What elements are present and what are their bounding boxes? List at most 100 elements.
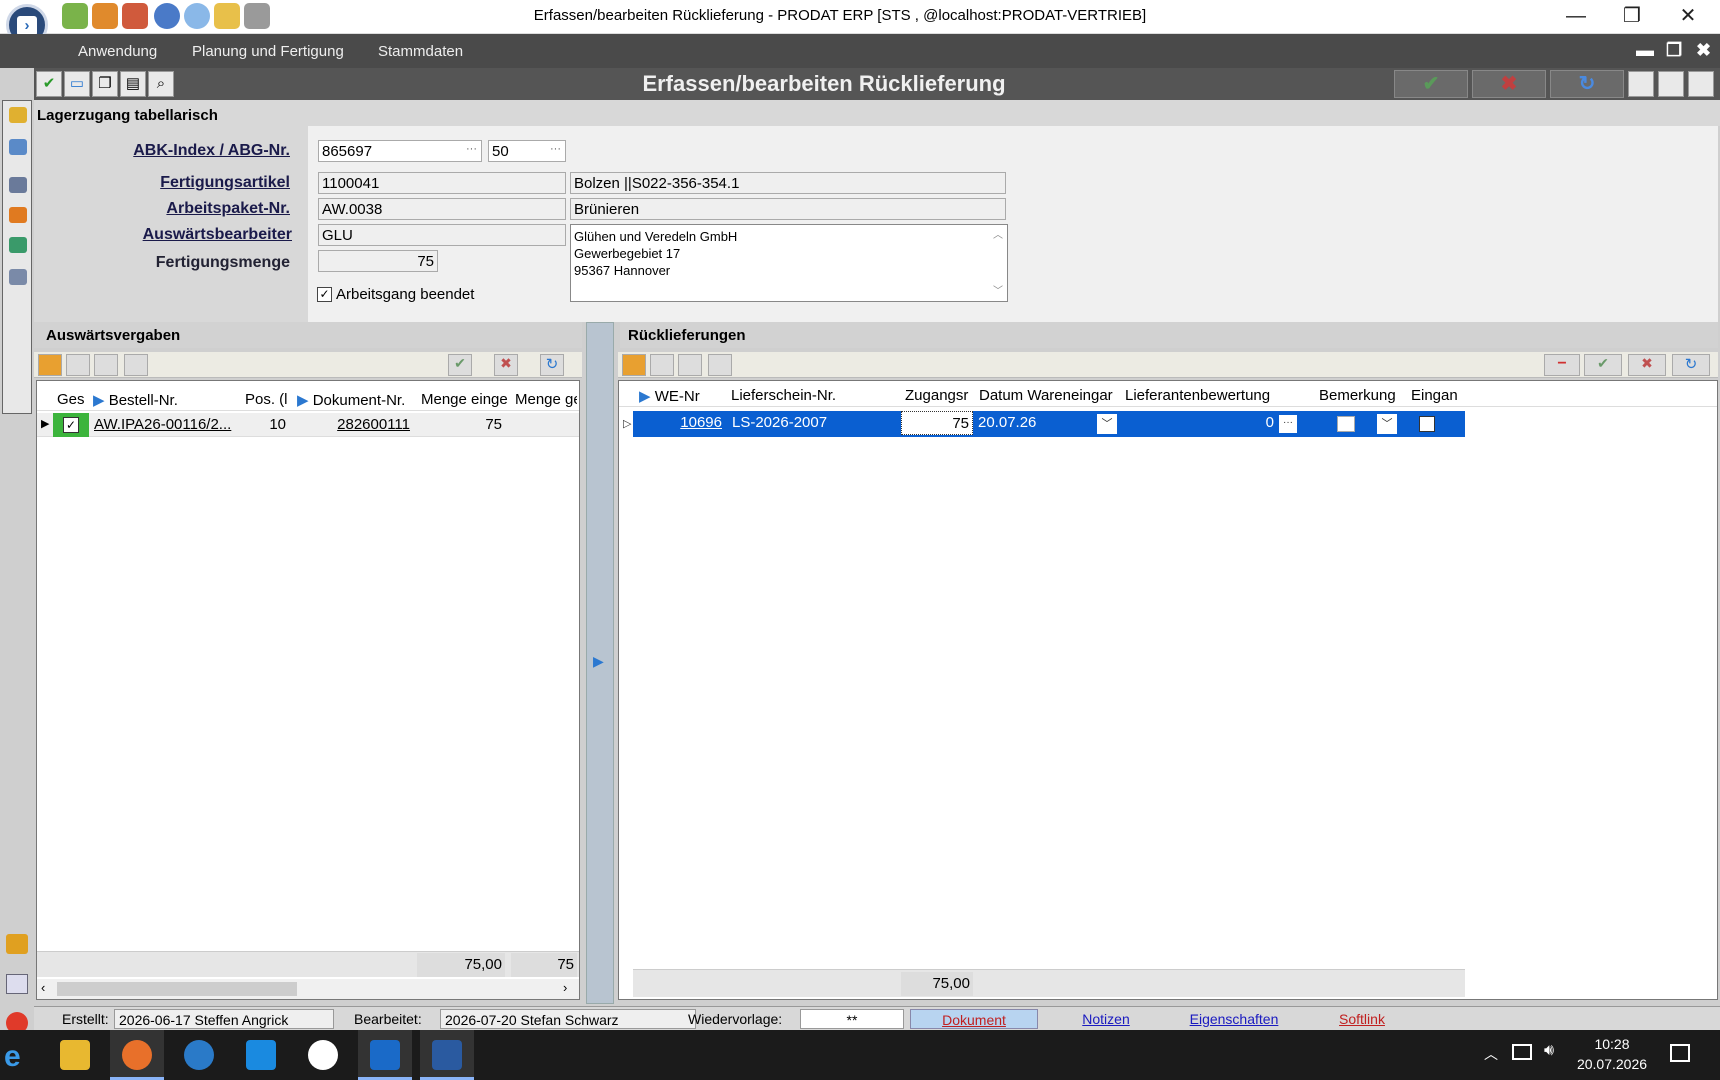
left-horizontal-scrollbar[interactable]: ‹ › xyxy=(37,979,579,999)
send-icon[interactable] xyxy=(9,177,27,193)
taskbar-outlook[interactable] xyxy=(358,1030,412,1080)
add-folder-icon[interactable] xyxy=(6,934,28,954)
col-dokument-nr[interactable]: ▶ Dokument-Nr. xyxy=(297,391,415,409)
cell-zugangsmenge[interactable]: 75 xyxy=(901,411,973,435)
taskbar-app4[interactable] xyxy=(172,1030,226,1080)
left-ok-icon[interactable]: ✔ xyxy=(448,354,472,376)
clock-date[interactable]: 20.07.2026 xyxy=(1572,1056,1652,1072)
close-button[interactable]: ✕ xyxy=(1660,0,1716,32)
tab-notizen[interactable]: Notizen xyxy=(1044,1009,1168,1029)
right-refresh-icon[interactable]: ↻ xyxy=(1672,354,1710,376)
tab-softlink[interactable]: Softlink xyxy=(1300,1009,1424,1029)
clock-time[interactable]: 10:28 xyxy=(1580,1036,1644,1052)
fertigungsartikel-label[interactable]: Fertigungsartikel xyxy=(30,174,290,192)
delete-row-icon[interactable]: − xyxy=(1544,354,1580,376)
tab-eigenschaften[interactable]: Eigenschaften xyxy=(1172,1009,1296,1029)
abg-lookup-icon[interactable]: ··· xyxy=(550,143,561,155)
menu-stammdaten[interactable]: Stammdaten xyxy=(378,43,463,60)
globe-icon[interactable] xyxy=(9,237,27,253)
help-icon[interactable] xyxy=(1628,71,1654,97)
taskbar-prodat[interactable] xyxy=(420,1030,474,1080)
handshake-icon[interactable] xyxy=(92,3,118,29)
col-we-nr[interactable]: ▶ WE-Nr xyxy=(639,387,723,405)
notification-icon[interactable] xyxy=(1670,1044,1690,1062)
arbeitspaket-label[interactable]: Arbeitspaket-Nr. xyxy=(30,200,290,218)
col-eingang[interactable]: Eingan xyxy=(1411,387,1467,404)
folder-icon[interactable] xyxy=(9,107,27,123)
col-datum-wareneingang[interactable]: Datum Wareneingar xyxy=(979,387,1119,404)
pencil-icon[interactable] xyxy=(9,207,27,223)
mdi-close-button[interactable]: ✖ xyxy=(1696,40,1711,61)
right-cancel-icon[interactable]: ✖ xyxy=(1628,354,1666,376)
cancel-button[interactable]: ✖ xyxy=(1472,70,1546,98)
find-icon[interactable] xyxy=(124,354,148,376)
col-bestell-nr[interactable]: ▶ Bestell-Nr. xyxy=(93,391,219,409)
tools-icon[interactable] xyxy=(244,3,270,29)
left-cancel-icon[interactable]: ✖ xyxy=(494,354,518,376)
table-row[interactable]: ▶ ✓ AW.IPA26-00116/2... 10 282600111 75 xyxy=(37,413,579,437)
cell-lieferantenbewertung[interactable]: 0 xyxy=(1121,411,1277,435)
mr-icon[interactable] xyxy=(154,3,180,29)
find-icon[interactable] xyxy=(708,354,732,376)
bewertung-lookup-icon[interactable]: ··· xyxy=(1279,415,1297,433)
cell-we-nr[interactable]: 10696 xyxy=(637,411,725,435)
binoculars-icon[interactable] xyxy=(94,354,118,376)
grid-icon[interactable] xyxy=(38,354,62,376)
bemerkung-note-icon[interactable] xyxy=(1337,416,1355,432)
address-scroll-up-icon[interactable]: ︿ xyxy=(993,227,1003,244)
eingang-checkbox[interactable] xyxy=(1419,416,1435,432)
auswaertsbearbeiter-label[interactable]: Auswärtsbearbeiter xyxy=(32,226,292,244)
cell-datum-wareneingang[interactable]: 20.07.26 xyxy=(975,411,1117,435)
col-bemerkung[interactable]: Bemerkung xyxy=(1319,387,1403,404)
taskbar-teamviewer[interactable] xyxy=(296,1030,350,1080)
filter-icon[interactable] xyxy=(650,354,674,376)
abk-lookup-icon[interactable]: ··· xyxy=(466,143,477,155)
clock-icon[interactable] xyxy=(184,3,210,29)
restore-button[interactable]: ❐ xyxy=(1604,0,1660,32)
bemerkung-dropdown-icon[interactable]: ﹀ xyxy=(1377,414,1397,434)
copy-icon[interactable]: ❐ xyxy=(92,71,118,97)
right-ok-icon[interactable]: ✔ xyxy=(1584,354,1622,376)
refresh-button[interactable]: ↻ xyxy=(1550,70,1624,98)
splitter-arrow-icon[interactable]: ▶ xyxy=(593,653,604,670)
abk-index-input[interactable]: 865697 ··· xyxy=(318,140,482,162)
taskbar-explorer[interactable] xyxy=(48,1030,102,1080)
save-icon[interactable]: ✔ xyxy=(36,71,62,97)
left-refresh-icon[interactable]: ↻ xyxy=(540,354,564,376)
cell-bestell-nr[interactable]: AW.IPA26-00116/2... xyxy=(91,413,233,437)
volume-icon[interactable]: 🔊︎ xyxy=(1544,1042,1554,1060)
bricks-icon[interactable] xyxy=(122,3,148,29)
col-lieferschein-nr[interactable]: Lieferschein-Nr. xyxy=(731,387,881,404)
table-row[interactable]: 10696 LS-2026-2007 75 20.07.26 ﹀ 0 ··· ﹀ xyxy=(633,411,1465,437)
col-zugangsmenge[interactable]: Zugangsr xyxy=(905,387,971,404)
confirm-button[interactable]: ✔ xyxy=(1394,70,1468,98)
arbeitsgang-beendet-label[interactable]: Arbeitsgang beendet xyxy=(336,286,474,303)
cell-lieferschein-nr[interactable]: LS-2026-2007 xyxy=(729,411,899,435)
grid-icon[interactable] xyxy=(622,354,646,376)
list-icon[interactable] xyxy=(6,974,28,994)
minimize-button[interactable]: — xyxy=(1548,0,1604,32)
clipboard-icon[interactable]: ▤ xyxy=(120,71,146,97)
col-menge-eingegangen[interactable]: Menge einge xyxy=(421,391,507,408)
mdi-minimize-button[interactable]: ▬ xyxy=(1636,40,1654,61)
cell-dokument-nr[interactable]: 282600111 xyxy=(289,413,413,437)
book-icon[interactable] xyxy=(214,3,240,29)
col-menge-gesamt[interactable]: Menge ge xyxy=(515,391,577,408)
menu-planung[interactable]: Planung und Fertigung xyxy=(192,43,344,60)
search-icon[interactable]: ⌕ xyxy=(148,71,174,97)
datum-dropdown-icon[interactable]: ﹀ xyxy=(1097,414,1117,434)
filter-icon[interactable] xyxy=(66,354,90,376)
network-icon[interactable] xyxy=(1512,1044,1532,1060)
scroll-left-icon[interactable]: ‹ xyxy=(41,980,45,995)
row-gesamt-checkbox[interactable]: ✓ xyxy=(53,413,89,437)
print-icon[interactable] xyxy=(9,269,27,285)
abk-label[interactable]: ABK-Index / ABG-Nr. xyxy=(30,142,290,160)
panel-splitter[interactable]: ▶ xyxy=(586,322,614,1004)
taskbar-firefox[interactable] xyxy=(110,1030,164,1080)
pen-icon[interactable] xyxy=(62,3,88,29)
tray-chevron-icon[interactable]: ︿ xyxy=(1484,1044,1498,1064)
window-icon[interactable]: ▭ xyxy=(64,71,90,97)
scroll-right-icon[interactable]: › xyxy=(563,980,567,995)
wiedervorlage-field[interactable]: ** xyxy=(800,1009,904,1029)
box-icon[interactable] xyxy=(1658,71,1684,97)
